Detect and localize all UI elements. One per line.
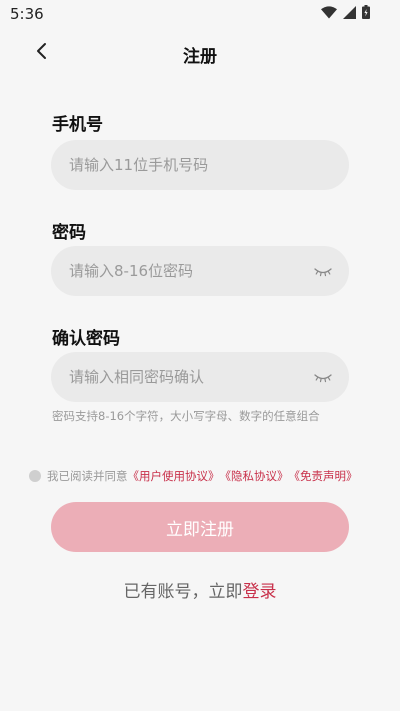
password-input[interactable]: [51, 246, 349, 296]
agreement-row: 我已阅读并同意 《用户使用协议》 《隐私协议》 《免责声明》: [29, 468, 358, 484]
password-field: [51, 246, 349, 296]
confirm-password-label: 确认密码: [52, 329, 120, 349]
battery-icon: [362, 5, 370, 19]
user-agreement-link[interactable]: 《用户使用协议》: [128, 468, 220, 484]
phone-label: 手机号: [52, 115, 103, 135]
confirm-password-field: [51, 352, 349, 402]
agreement-checkbox[interactable]: [29, 470, 41, 482]
signal-icon: [343, 5, 356, 19]
password-hint: 密码支持8-16个字符，大小写字母、数字的任意组合: [52, 409, 320, 423]
wifi-icon: [321, 5, 337, 19]
disclaimer-link[interactable]: 《免责声明》: [289, 468, 358, 484]
status-bar: 5:36: [0, 0, 400, 28]
login-link[interactable]: 登录: [243, 582, 277, 602]
phone-input[interactable]: [51, 140, 349, 190]
eye-closed-icon[interactable]: [313, 369, 333, 385]
password-label: 密码: [52, 223, 86, 243]
phone-field: [51, 140, 349, 190]
confirm-password-input[interactable]: [51, 352, 349, 402]
login-row: 已有账号，立即登录: [0, 577, 400, 602]
eye-closed-icon[interactable]: [313, 263, 333, 279]
header: 注册: [0, 30, 400, 76]
login-prompt: 已有账号，立即: [123, 582, 243, 602]
status-time: 5:36: [10, 5, 44, 23]
agreement-prefix: 我已阅读并同意: [47, 469, 128, 483]
register-screen: 5:36 注册 手机号 密码: [0, 0, 400, 711]
status-icons: [321, 5, 370, 19]
page-title: 注册: [183, 47, 217, 67]
register-button[interactable]: 立即注册: [51, 502, 349, 552]
privacy-policy-link[interactable]: 《隐私协议》: [220, 468, 289, 484]
